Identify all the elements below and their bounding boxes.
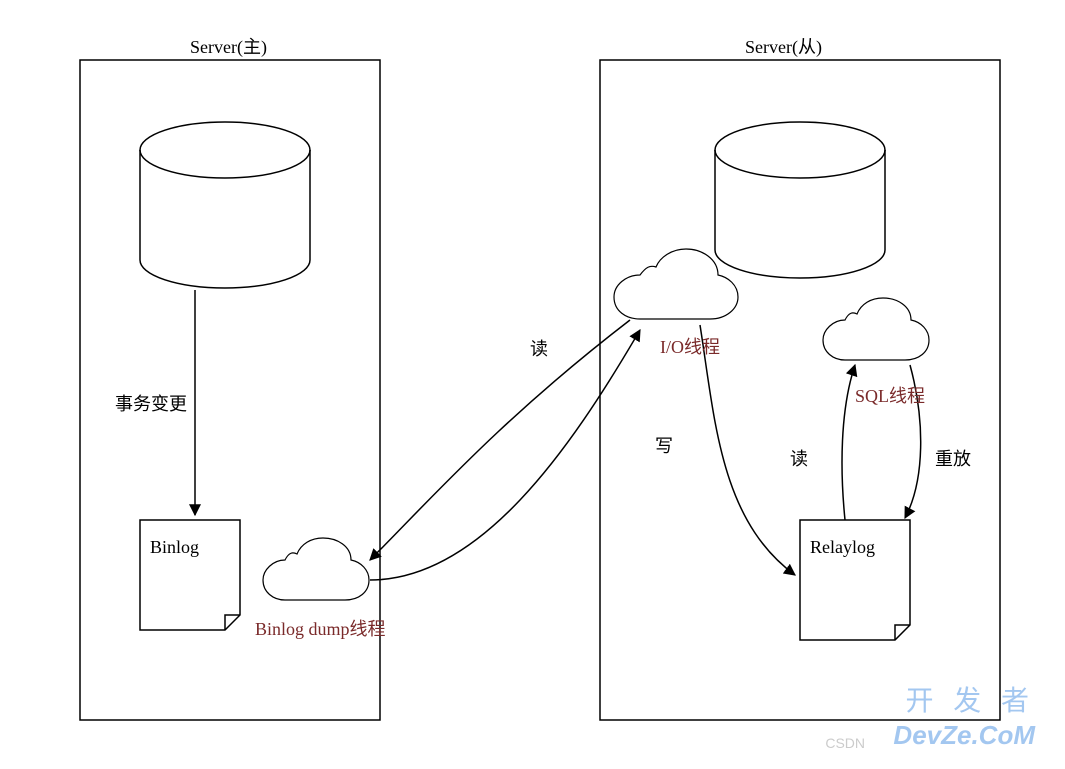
arrow-read-binlog bbox=[370, 320, 630, 560]
arrow-write-relaylog bbox=[700, 325, 795, 575]
arrow-read-relaylog bbox=[842, 365, 855, 520]
binlog-label: Binlog bbox=[150, 537, 199, 558]
watermark-csdn: CSDN bbox=[825, 735, 865, 751]
replay-label: 重放 bbox=[935, 445, 971, 471]
slave-title: Server(从) bbox=[745, 33, 822, 59]
binlog-dump-cloud bbox=[263, 538, 369, 600]
io-thread-label: I/O线程 bbox=[660, 333, 720, 359]
master-db-cylinder bbox=[140, 122, 310, 288]
txn-change-label: 事务变更 bbox=[115, 390, 187, 416]
read2-label: 读 bbox=[790, 445, 808, 471]
watermark-cn: 开 发 者 bbox=[905, 679, 1035, 719]
write-label: 写 bbox=[655, 432, 673, 458]
sql-thread-cloud bbox=[823, 298, 929, 360]
read1-label: 读 bbox=[530, 335, 548, 361]
watermark-en: DevZe.CoM bbox=[893, 720, 1035, 751]
binlog-dump-thread-label: Binlog dump线程 bbox=[255, 615, 386, 641]
slave-db-cylinder bbox=[715, 122, 885, 278]
relaylog-label: Relaylog bbox=[810, 537, 875, 558]
master-title: Server(主) bbox=[190, 33, 267, 59]
sql-thread-label: SQL线程 bbox=[855, 382, 925, 408]
